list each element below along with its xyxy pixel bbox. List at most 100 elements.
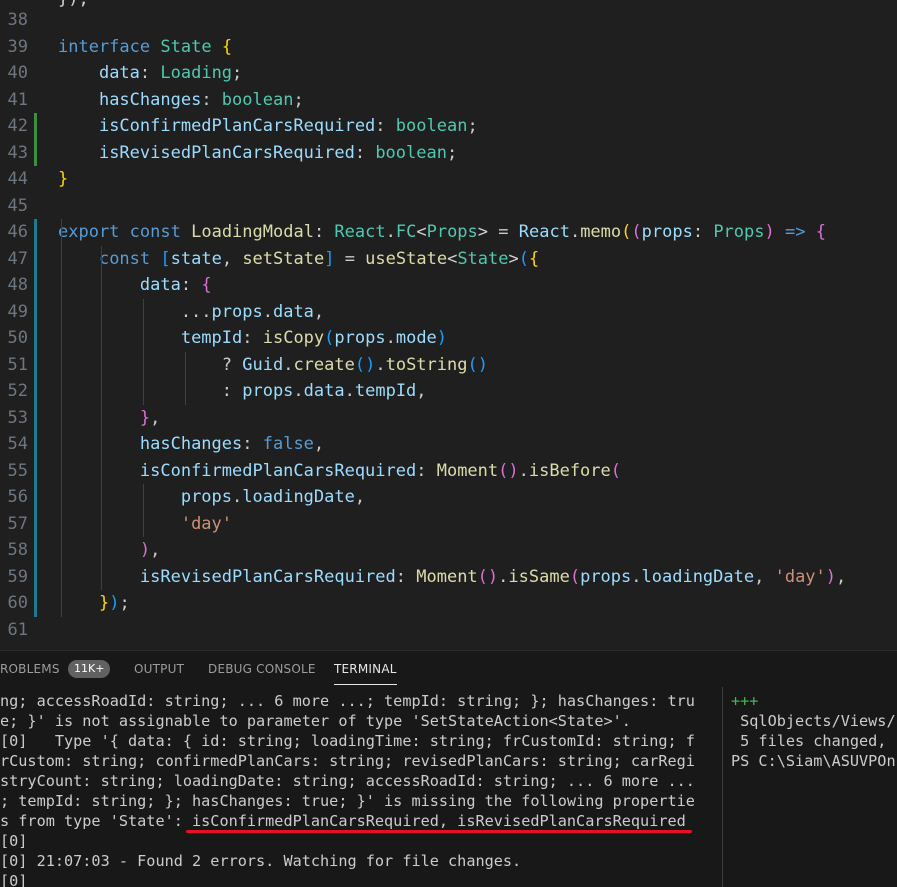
- line-number: 48: [7, 275, 28, 295]
- line-number: 44: [7, 169, 28, 189]
- line-number: 55: [7, 460, 28, 481]
- code-text: hasChanges: boolean;: [98, 89, 304, 110]
- terminal-line: stryCount: string; loadingDate: string; …: [0, 772, 695, 790]
- code-text: interface State {: [58, 36, 233, 57]
- git-added-marker: [34, 590, 37, 617]
- line-number: 51: [7, 354, 28, 375]
- line-number: 57: [7, 513, 28, 534]
- line-number: 50: [7, 328, 28, 348]
- git-added-marker: [34, 219, 37, 246]
- terminal-line: SqlObjects/Views/: [731, 712, 896, 730]
- code-line: 53 },: [0, 404, 897, 431]
- terminal-line: PS C:\Siam\ASUVPOn: [731, 752, 896, 770]
- tab-problems[interactable]: ROBLEMS: [0, 651, 60, 687]
- code-line: 48 data: {: [0, 272, 897, 299]
- git-added-marker: [34, 378, 37, 405]
- code-line: 50 tempId: isCopy(props.mode): [0, 325, 897, 352]
- terminal-line: e; }' is not assignable to parameter of …: [0, 712, 631, 730]
- tab-debug-console[interactable]: DEBUG CONSOLE: [208, 651, 316, 687]
- line-number: 53: [7, 407, 28, 428]
- terminal-line: [0]: [0, 872, 28, 887]
- line-number: 46: [7, 222, 28, 242]
- code-text: ...props.data,: [58, 301, 325, 322]
- code-line: 54 hasChanges: false,: [0, 431, 897, 458]
- code-text: }: [58, 169, 69, 189]
- code-line: 60 });: [0, 590, 897, 617]
- code-line: 40 data: Loading;: [0, 60, 897, 87]
- terminal-line: rCustom: string; confirmedPlanCars: stri…: [0, 752, 695, 770]
- code-line: 52 : props.data.tempId,: [0, 378, 897, 405]
- code-text: });: [98, 593, 130, 613]
- tab-terminal[interactable]: TERMINAL: [334, 651, 397, 687]
- code-text: 'day': [180, 513, 233, 534]
- git-added-marker: [34, 298, 37, 325]
- code-text: const [state, setState] = useState<State…: [98, 248, 540, 269]
- code-text: data: Loading;: [98, 63, 243, 83]
- code-line: 56 props.loadingDate,: [0, 484, 897, 511]
- code-line: 38: [0, 7, 897, 34]
- code-line: 45: [0, 193, 897, 220]
- code-text: ? Guid.create().toString(): [58, 354, 488, 375]
- problems-count-badge: 11K+: [68, 660, 111, 678]
- code-line: 58 ),: [0, 537, 897, 564]
- code-line: 61: [0, 617, 897, 644]
- git-added-marker: [34, 563, 37, 590]
- code-text: props.loadingDate,: [180, 487, 366, 507]
- line-number: 54: [7, 434, 28, 454]
- git-added-marker: [34, 325, 37, 352]
- line-number: 42: [7, 116, 28, 136]
- line-number: 47: [7, 248, 28, 269]
- code-line: 55 isConfirmedPlanCarsRequired: Moment()…: [0, 457, 897, 484]
- code-line: 39 interface State {: [0, 34, 897, 61]
- code-text: tempId: isCopy(props.mode): [180, 328, 448, 348]
- code-editor[interactable]: }); 38 39 interface State { 40 data: Loadin…: [0, 0, 897, 650]
- git-added-marker: [34, 457, 37, 484]
- git-added-marker: [34, 404, 37, 431]
- terminal-line: [0] Type '{ data: { id: string; loadingT…: [0, 732, 695, 750]
- line-number: 56: [7, 487, 28, 507]
- line-number: 45: [7, 195, 28, 216]
- code-line: 42 isConfirmedPlanCarsRequired: boolean;: [0, 113, 897, 140]
- git-added-marker: [34, 484, 37, 511]
- git-added-marker: [34, 537, 37, 564]
- terminal-line: ng; accessRoadId: string; ... 6 more ...…: [0, 692, 695, 710]
- line-number: 39: [7, 36, 28, 57]
- terminal-line: [0]: [0, 832, 28, 850]
- code-line: 41 hasChanges: boolean;: [0, 87, 897, 114]
- indent-guide: [143, 298, 144, 405]
- code-text: isRevisedPlanCarsRequired: boolean;: [98, 142, 458, 163]
- line-number: 59: [7, 566, 28, 587]
- code-text: : props.data.tempId,: [58, 381, 427, 401]
- git-added-marker: [34, 272, 37, 299]
- code-line: 51 ? Guid.create().toString(): [0, 351, 897, 378]
- code-line: 57 'day': [0, 510, 897, 537]
- git-added-marker: [34, 351, 37, 378]
- git-added-marker: [34, 245, 37, 272]
- terminal-line: +++: [731, 692, 759, 710]
- code-line: 47 const [state, setState] = useState<St…: [0, 245, 897, 272]
- terminal-line: 5 files changed,: [731, 732, 896, 750]
- code-line: 46 export const LoadingModal: React.FC<Pr…: [0, 219, 897, 246]
- line-number: 61: [7, 619, 28, 640]
- terminal-split-pane[interactable]: +++ SqlObjects/Views/ 5 files changed, P…: [722, 687, 897, 887]
- line-number: 43: [7, 142, 28, 163]
- git-modified-marker: [34, 139, 37, 166]
- tab-output[interactable]: OUTPUT: [134, 651, 184, 687]
- code-line: 59 isRevisedPlanCarsRequired: Moment().i…: [0, 563, 897, 590]
- terminal-line: ; tempId: string; }; hasChanges: true; }…: [0, 792, 695, 810]
- indent-guide: [185, 351, 186, 405]
- terminal-line: [0] 21:07:03 - Found 2 errors. Watching …: [0, 852, 522, 870]
- panel-tabs: ROBLEMS 11K+ OUTPUT DEBUG CONSOLE TERMIN…: [0, 651, 897, 687]
- terminal-output[interactable]: ng; accessRoadId: string; ... 6 more ...…: [0, 687, 700, 887]
- code-text: export const LoadingModal: React.FC<Prop…: [58, 222, 826, 242]
- line-number: 58: [7, 540, 28, 560]
- line-number: 49: [7, 301, 28, 322]
- code-text: hasChanges: false,: [139, 434, 325, 454]
- code-text: isConfirmedPlanCarsRequired: Moment().is…: [139, 460, 622, 481]
- code-line: 44}: [0, 166, 897, 193]
- bottom-panel: ROBLEMS 11K+ OUTPUT DEBUG CONSOLE TERMIN…: [0, 650, 897, 887]
- indent-guide: [143, 484, 144, 537]
- line-number: 52: [7, 381, 28, 401]
- indent-guide: [101, 245, 102, 590]
- code-text: ),: [139, 540, 161, 560]
